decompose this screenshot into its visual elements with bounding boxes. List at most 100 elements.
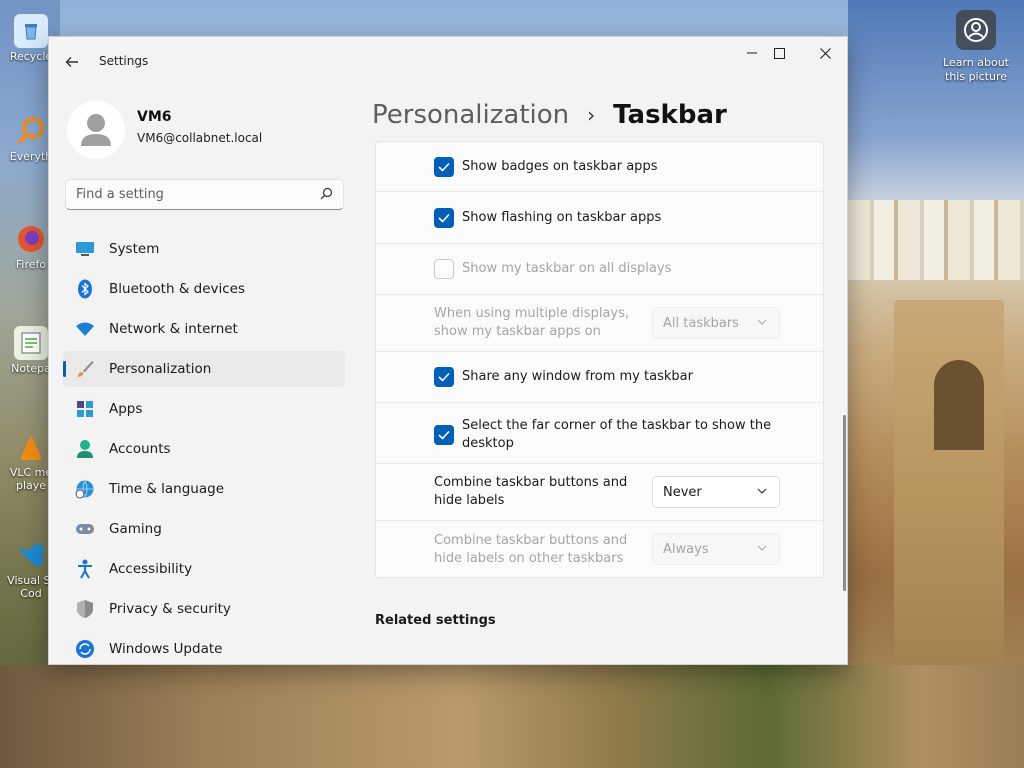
update-icon (75, 639, 95, 659)
sidebar-item-privacy-security[interactable]: Privacy & security (63, 591, 345, 627)
desktop-icon-label: Everyth (9, 150, 53, 163)
breadcrumb-parent[interactable]: Personalization (372, 100, 569, 130)
sidebar-item-label: System (109, 241, 160, 257)
settings-window: Settings VM6 VM6@collabnet.local Find a … (48, 36, 848, 665)
sidebar-item-label: Privacy & security (109, 601, 231, 617)
firefox-icon (14, 222, 48, 256)
show-flashing-checkbox[interactable] (434, 208, 454, 228)
dropdown-value: Never (663, 485, 702, 500)
sidebar-item-accessibility[interactable]: Accessibility (63, 551, 345, 587)
dropdown-value: Always (663, 542, 709, 557)
wallpaper-houses (848, 200, 1024, 280)
page-title: Taskbar (613, 100, 727, 130)
far-corner-checkbox[interactable] (434, 425, 454, 445)
setting-row-show-badges: Show badges on taskbar apps (376, 142, 823, 192)
accounts-icon (75, 439, 95, 459)
user-profile[interactable]: VM6 VM6@collabnet.local (67, 101, 347, 161)
shield-icon (75, 599, 95, 619)
combine-dropdown[interactable]: Never (652, 476, 780, 508)
dropdown-value: All taskbars (663, 316, 739, 331)
sidebar-item-system[interactable]: System (63, 231, 345, 267)
camera-pin-icon (956, 10, 996, 50)
sidebar-item-label: Network & internet (109, 321, 238, 337)
all-displays-label: Show my taskbar on all displays (462, 261, 672, 276)
combine-label-line2: hide labels (434, 493, 505, 508)
checkmark-icon (438, 430, 450, 440)
desktop-wallpaper-bottom (0, 665, 1024, 768)
scrollbar[interactable] (843, 415, 846, 591)
combine-other-dropdown[interactable]: Always (652, 533, 780, 565)
chevron-down-icon (757, 545, 767, 551)
chevron-down-icon (757, 319, 767, 325)
recycle-bin-icon (14, 14, 48, 48)
desktop-icon-label: Notepa (11, 362, 51, 375)
multiple-displays-label-line2: show my taskbar apps on (434, 324, 601, 339)
setting-row-multiple-displays: When using multiple displays, show my ta… (376, 295, 823, 352)
desktop-icon-label: Recycle (9, 50, 53, 63)
profile-email: VM6@collabnet.local (137, 131, 263, 145)
setting-row-far-corner: Select the far corner of the taskbar to … (376, 403, 823, 464)
vscode-icon (14, 538, 48, 572)
show-badges-label: Show badges on taskbar apps (462, 159, 658, 174)
far-corner-label-line1: Select the far corner of the taskbar to … (462, 418, 772, 433)
accessibility-icon (75, 559, 95, 579)
search-input[interactable]: Find a setting (65, 179, 344, 210)
sidebar-item-bluetooth[interactable]: Bluetooth & devices (63, 271, 345, 307)
share-window-label: Share any window from my taskbar (462, 369, 693, 384)
all-displays-checkbox[interactable] (434, 259, 454, 279)
learn-about-picture[interactable]: Learn about this picture (936, 10, 1016, 84)
search-icon (320, 187, 333, 200)
globe-clock-icon (75, 479, 95, 499)
desktop-icon-label: VLC me playe (9, 466, 53, 492)
sidebar-item-gaming[interactable]: Gaming (63, 511, 345, 547)
system-icon (75, 239, 95, 259)
setting-row-show-flashing: Show flashing on taskbar apps (376, 193, 823, 244)
multiple-displays-label-line1: When using multiple displays, (434, 306, 629, 321)
everything-search-icon (14, 114, 48, 148)
multiple-displays-dropdown[interactable]: All taskbars (652, 307, 780, 339)
sidebar-item-personalization[interactable]: Personalization (63, 351, 345, 387)
brush-icon (75, 359, 95, 379)
sidebar-item-time-language[interactable]: Time & language (63, 471, 345, 507)
show-badges-checkbox[interactable] (434, 157, 454, 177)
sidebar-item-label: Personalization (109, 361, 212, 377)
sidebar-item-label: Windows Update (109, 641, 223, 657)
maximize-icon (773, 47, 785, 59)
search-placeholder: Find a setting (76, 187, 164, 202)
sidebar-item-label: Accessibility (109, 561, 193, 577)
far-corner-label-line2: desktop (462, 436, 514, 451)
sidebar-item-apps[interactable]: Apps (63, 391, 345, 427)
combine-other-label-line2: hide labels on other taskbars (434, 551, 624, 566)
setting-row-share-window: Share any window from my taskbar (376, 352, 823, 403)
checkmark-icon (438, 372, 450, 382)
sidebar-item-network[interactable]: Network & internet (63, 311, 345, 347)
notepad-icon (14, 326, 48, 360)
sidebar-item-label: Apps (109, 401, 143, 417)
chevron-right-icon: › (587, 103, 596, 127)
show-flashing-label: Show flashing on taskbar apps (462, 210, 662, 225)
share-window-checkbox[interactable] (434, 367, 454, 387)
wallpaper-bridge (894, 300, 1004, 680)
sidebar-item-label: Bluetooth & devices (109, 281, 246, 297)
combine-other-label-line1: Combine taskbar buttons and (434, 533, 628, 548)
sidebar-item-label: Accounts (109, 441, 171, 457)
taskbar-behaviors-card: Show badges on taskbar apps Show flashin… (375, 141, 824, 578)
maximize-button[interactable] (756, 37, 802, 69)
user-avatar-icon (81, 114, 111, 146)
sidebar-item-label: Time & language (109, 481, 225, 497)
network-icon (75, 319, 95, 339)
title-bar[interactable]: Settings (49, 37, 847, 85)
back-button[interactable] (61, 51, 83, 73)
close-icon (819, 47, 831, 59)
sidebar-nav: System Bluetooth & devices Network & int… (63, 231, 345, 664)
sidebar-item-label: Gaming (109, 521, 162, 537)
sidebar-item-windows-update[interactable]: Windows Update (63, 631, 345, 664)
setting-row-combine: Combine taskbar buttons and hide labels … (376, 464, 823, 521)
chevron-down-icon (757, 488, 767, 494)
sidebar-item-accounts[interactable]: Accounts (63, 431, 345, 467)
setting-row-combine-other: Combine taskbar buttons and hide labels … (376, 521, 823, 577)
close-button[interactable] (802, 37, 847, 69)
desktop-icon-label: Firefo (15, 258, 47, 271)
avatar (67, 101, 125, 159)
checkmark-icon (438, 162, 450, 172)
